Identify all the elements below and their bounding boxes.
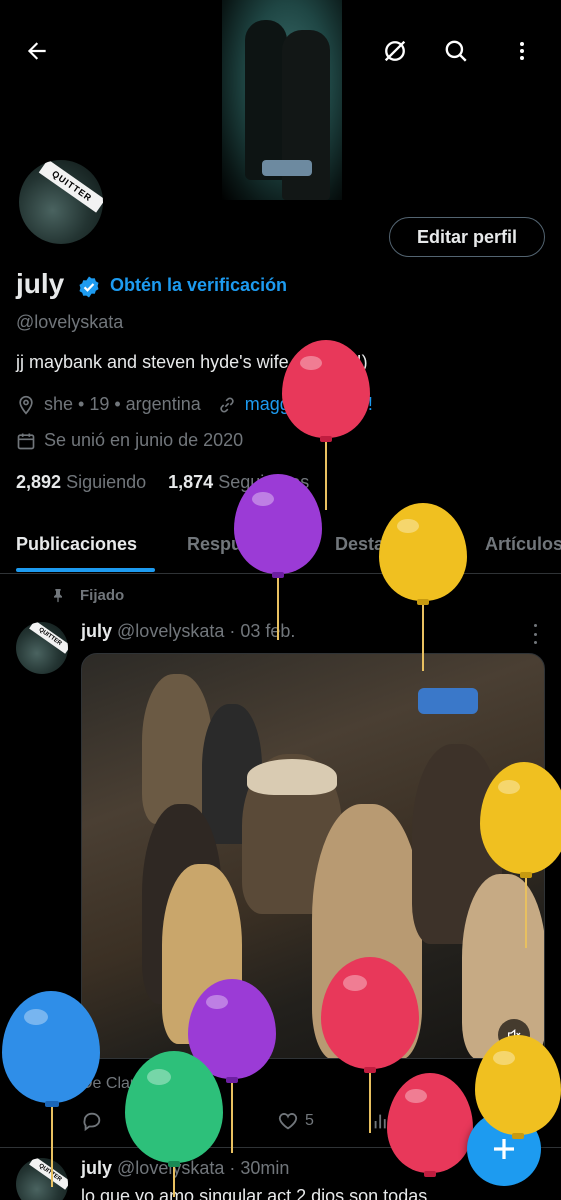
compose-button[interactable] [467,1112,541,1186]
post-more-button[interactable] [528,624,542,644]
tab-replies[interactable]: Respuestas [187,534,288,555]
post-handle-time: @lovelyskata · 03 feb. [117,621,296,641]
profile-location: she • 19 • argentina [44,394,201,414]
edit-profile-button[interactable]: Editar perfil [389,217,545,257]
location-pin-icon [16,395,36,415]
more-vertical-icon [520,42,524,60]
video-cowboy-hat [247,759,337,795]
tab-articles[interactable]: Artículos [485,534,561,555]
plus-icon [494,1139,514,1159]
avatar-quitter-tag: QUITTER [29,622,68,654]
post-author[interactable]: july [81,621,112,641]
tab-highlights[interactable]: Destacados [335,534,436,555]
notifications-off-button[interactable] [375,31,415,71]
video-light [418,688,478,714]
back-button[interactable] [17,31,57,71]
verified-badge-icon [79,276,99,298]
profile-tabs: Publicaciones Respuestas Destacados Artí… [0,530,561,574]
post-text: lo que yo amo singular act 2 dios son to… [81,1186,428,1200]
more-options-button[interactable] [502,31,542,71]
repost-icon [178,1113,196,1129]
profile-joined: Se unió en junio de 2020 [44,430,244,450]
profile-handle: @lovelyskata [16,312,124,332]
views-button[interactable]: 893 [371,1110,426,1132]
profile-joined-row: Se unió en junio de 2020 [16,430,243,451]
video-person [312,804,422,1058]
profile-meta-row: she • 19 • argentina maggieclaire.♡! [16,394,373,415]
banner-figure-left [245,20,287,180]
post-header: july @lovelyskata · 30min [81,1158,289,1179]
arrow-left-icon [27,42,46,60]
following-label: Siguiendo [66,472,147,492]
followers-count: 1,874 [168,472,214,492]
post-handle-time: @lovelyskata · 30min [117,1158,290,1178]
calendar-icon [16,431,36,451]
get-verified-link[interactable]: Obtén la verificación [110,275,287,296]
profile-bio: jj maybank and steven hyde's wife (REAL!… [16,352,368,372]
mute-toggle-button[interactable] [498,1019,530,1051]
pin-icon [54,589,62,603]
analytics-icon [374,1114,391,1129]
tab-posts[interactable]: Publicaciones [16,534,137,555]
like-button[interactable]: 5 [277,1110,314,1132]
search-icon [445,40,467,62]
reply-button[interactable] [81,1110,103,1132]
following-link[interactable]: 2,892 Siguiendo [16,472,146,493]
link-icon [217,395,237,415]
no-notifications-icon [384,40,406,62]
video-source[interactable]: De Claudia [81,1075,160,1093]
post-video[interactable] [81,653,545,1059]
search-button[interactable] [436,31,476,71]
follow-stats: 2,892 Siguiendo 1,874 Seguidores [16,472,309,493]
banner-jeans [262,160,312,176]
like-count: 5 [305,1112,314,1129]
following-count: 2,892 [16,472,62,492]
profile-website-link[interactable]: maggieclaire.♡! [245,394,373,415]
profile-name: july [16,268,65,299]
followers-link[interactable]: 1,874 Seguidores [168,472,309,493]
view-count: 893 [399,1112,426,1129]
post-avatar[interactable]: QUITTER [16,622,68,674]
profile-avatar[interactable]: QUITTER [16,157,106,247]
reply-icon [83,1112,101,1132]
followers-label: Seguidores [218,472,310,492]
post-author[interactable]: july [81,1158,112,1178]
volume-muted-icon [508,1028,521,1042]
pinned-label: Fijado [80,586,125,604]
video-person [162,864,242,1044]
pinned-indicator: Fijado [50,586,124,604]
avatar-quitter-tag: QUITTER [29,1158,68,1190]
repost-button[interactable] [176,1110,198,1132]
post-header: july @lovelyskata · 03 feb. [81,621,295,642]
active-tab-indicator [16,568,155,572]
heart-icon [278,1113,298,1130]
post-avatar[interactable]: QUITTER [16,1158,68,1200]
